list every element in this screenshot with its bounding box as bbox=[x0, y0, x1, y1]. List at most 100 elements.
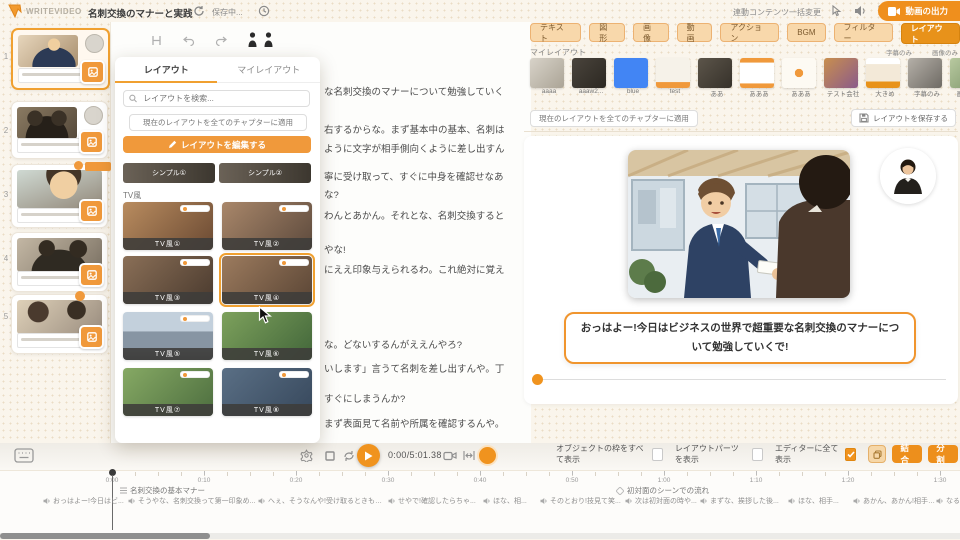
layout-quick-button[interactable] bbox=[80, 60, 105, 84]
thumbnail-badge bbox=[85, 34, 104, 53]
top-label: 画像のみ bbox=[932, 47, 958, 57]
layout-item-label: TV風⑧ bbox=[222, 404, 312, 416]
layout-item-tv-5[interactable]: TV風⑤ bbox=[123, 312, 213, 360]
layout-quick-button[interactable] bbox=[79, 199, 104, 223]
my-layout-item[interactable] bbox=[824, 58, 858, 88]
my-layout-item[interactable] bbox=[698, 58, 732, 88]
my-layout-item[interactable] bbox=[866, 58, 900, 88]
speaker-icon bbox=[853, 497, 861, 505]
audio-icon[interactable] bbox=[854, 5, 867, 17]
option-label: レイアウトパーツを表示 bbox=[675, 443, 746, 465]
preview-progress-handle[interactable] bbox=[532, 374, 543, 385]
loop-icon[interactable] bbox=[343, 450, 355, 462]
checkbox-show-all-editor[interactable] bbox=[845, 448, 856, 461]
pointer-icon[interactable] bbox=[831, 5, 842, 17]
sync-icon[interactable] bbox=[193, 5, 205, 17]
save-layout-button[interactable]: レイアウトを保存する bbox=[851, 109, 956, 127]
chapter-card-2[interactable] bbox=[11, 101, 108, 159]
timeline-chapter-2[interactable]: 初対面のシーンでの流れ bbox=[616, 485, 709, 496]
my-layout-item[interactable] bbox=[530, 58, 564, 88]
layout-item-tv-3[interactable]: TV風③ bbox=[123, 256, 213, 304]
timeline-clip[interactable]: あかん、あかん!相手の名... bbox=[853, 496, 937, 506]
chapter-card-1[interactable] bbox=[11, 28, 110, 90]
my-layout-item[interactable] bbox=[614, 58, 648, 88]
horizontal-scrollbar-thumb[interactable] bbox=[0, 533, 210, 539]
subtitle-bubble[interactable]: おっはよー!今日はビジネスの世界で超重要な名刺交換のマナーについて勉強していくで… bbox=[564, 312, 916, 364]
layout-quick-button[interactable] bbox=[79, 130, 104, 154]
speaker-icon bbox=[788, 497, 796, 505]
apply-layout-all-button-right[interactable]: 現在のレイアウトを全てのチャプターに適用 bbox=[530, 110, 698, 127]
redo-icon[interactable] bbox=[215, 35, 227, 46]
tab-text[interactable]: テキスト bbox=[530, 23, 581, 42]
script-line: いします」言うて名刺を差し出すんや。丁 bbox=[324, 361, 504, 375]
timeline-clip[interactable]: ほな、相... bbox=[483, 496, 527, 506]
zoom-knob[interactable] bbox=[477, 445, 498, 466]
chapter-card-3[interactable] bbox=[11, 164, 108, 228]
timeline-clip[interactable]: 次は初対面の時や... bbox=[625, 496, 697, 506]
layout-quick-button[interactable] bbox=[79, 325, 104, 349]
keyboard-shortcut-icon[interactable] bbox=[14, 448, 34, 463]
tab-action[interactable]: アクション bbox=[720, 23, 779, 42]
export-video-button[interactable]: 動画の出力 bbox=[878, 1, 960, 21]
timeline-clip[interactable]: ほな、相手... bbox=[788, 496, 839, 506]
tab-bgm[interactable]: BGM bbox=[787, 23, 825, 42]
narrator-figure bbox=[880, 148, 936, 204]
my-layout-item[interactable] bbox=[740, 58, 774, 88]
checkbox-object-frames[interactable] bbox=[652, 448, 663, 461]
chapter-card-4[interactable] bbox=[11, 232, 108, 292]
layout-item-simple-2[interactable]: シンプル② bbox=[219, 163, 311, 183]
my-layout-item[interactable] bbox=[908, 58, 942, 88]
top-label: 字幕のみ bbox=[886, 47, 912, 57]
history-icon[interactable] bbox=[258, 5, 270, 17]
timeline-clip[interactable]: そうやな、名刺交換って第一印象め... bbox=[128, 496, 255, 506]
layout-item-label: シンプル① bbox=[152, 168, 186, 178]
timeline-clip[interactable]: せやで!確認したらちゃ... bbox=[388, 496, 476, 506]
layout-search[interactable] bbox=[123, 90, 310, 107]
layout-item-tv-4-selected[interactable]: TV風④ bbox=[222, 256, 312, 304]
apply-layout-all-button[interactable]: 現在のレイアウトを全てのチャプターに適用 bbox=[129, 114, 307, 131]
tab-shape[interactable]: 図形 bbox=[589, 23, 625, 42]
timeline-clip[interactable]: そのとおり!技見て笑... bbox=[540, 496, 621, 506]
settings-gear-icon[interactable] bbox=[300, 449, 313, 462]
tab-layout-active[interactable]: レイアウト bbox=[901, 23, 960, 44]
my-layout-item[interactable] bbox=[572, 58, 606, 88]
my-layout-item[interactable] bbox=[656, 58, 690, 88]
layout-item-simple-1[interactable]: シンプル① bbox=[123, 163, 215, 183]
undo-icon[interactable] bbox=[183, 35, 195, 46]
tab-image[interactable]: 画像 bbox=[633, 23, 669, 42]
split-button[interactable]: 分割 bbox=[928, 445, 958, 463]
layout-item-tv-1[interactable]: TV風① bbox=[123, 202, 213, 250]
layout-item-tv-2[interactable]: TV風② bbox=[222, 202, 312, 250]
character-2-icon[interactable] bbox=[263, 32, 274, 48]
expand-icon[interactable] bbox=[463, 450, 475, 461]
tab-filter[interactable]: フィルター bbox=[834, 23, 893, 42]
play-button[interactable] bbox=[357, 444, 380, 467]
narrator-avatar[interactable] bbox=[880, 148, 936, 204]
camera-icon[interactable] bbox=[443, 450, 457, 461]
tab-my-layout[interactable]: マイレイアウト bbox=[218, 57, 321, 82]
tab-layout[interactable]: レイアウト bbox=[115, 57, 218, 82]
chapter-card-5[interactable] bbox=[11, 294, 108, 354]
timeline-clip[interactable]: なる... bbox=[936, 496, 960, 506]
layout-quick-button[interactable] bbox=[79, 263, 104, 287]
merge-button[interactable]: 結合 bbox=[892, 445, 922, 463]
my-layout-item[interactable] bbox=[950, 58, 960, 88]
timeline-clip[interactable]: おっはよー!今日はビ... bbox=[43, 496, 124, 506]
stop-icon[interactable] bbox=[325, 451, 335, 461]
timeline-clip[interactable]: へぇ、そうなんや!受け取るときも同... bbox=[258, 496, 386, 506]
timeline-clip[interactable]: まずな、挨拶した後... bbox=[700, 496, 779, 506]
bulk-edit-button[interactable]: 連動コンテンツ一括変更 bbox=[733, 7, 821, 18]
tab-video[interactable]: 動画 bbox=[677, 23, 713, 42]
my-layout-item[interactable] bbox=[782, 58, 816, 88]
checkbox-layout-parts[interactable] bbox=[752, 448, 763, 461]
character-1-icon[interactable] bbox=[247, 32, 258, 48]
copy-button[interactable] bbox=[868, 445, 886, 463]
chapter-icon bbox=[616, 487, 624, 495]
edit-layout-button[interactable]: レイアウトを編集する bbox=[123, 136, 311, 153]
timeline-chapter-1[interactable]: 名刺交換の基本マナー bbox=[120, 485, 205, 496]
layout-search-input[interactable] bbox=[141, 93, 304, 104]
layout-item-tv-8[interactable]: TV風⑧ bbox=[222, 368, 312, 416]
scene-image[interactable] bbox=[628, 150, 850, 298]
bookmark-icon[interactable] bbox=[151, 35, 162, 46]
layout-item-tv-7[interactable]: TV風⑦ bbox=[123, 368, 213, 416]
